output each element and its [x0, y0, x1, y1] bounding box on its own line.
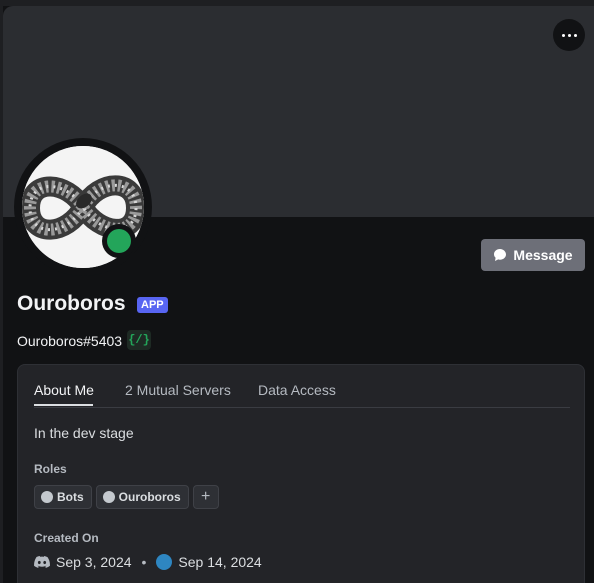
- joined-server-date: Sep 14, 2024: [178, 554, 262, 570]
- avatar-frame: [14, 138, 152, 276]
- tab-data-access[interactable]: Data Access: [258, 382, 336, 398]
- role-chip-ouroboros[interactable]: Ouroboros: [95, 485, 189, 509]
- slash-command-badge[interactable]: {/}: [127, 330, 151, 350]
- roles-heading: Roles: [34, 462, 67, 476]
- bio-text: In the dev stage: [34, 425, 134, 441]
- role-chip-bots[interactable]: Bots: [34, 485, 92, 509]
- created-on-discord-date: Sep 3, 2024: [56, 554, 132, 570]
- tab-mutual-servers[interactable]: 2 Mutual Servers: [125, 382, 231, 398]
- app-tag: APP: [137, 297, 168, 313]
- username[interactable]: Ouroboros#5403: [17, 333, 122, 349]
- active-tab-indicator: [34, 404, 93, 406]
- profile-details-panel: About Me 2 Mutual Servers Data Access In…: [17, 364, 585, 583]
- plus-icon: +: [201, 488, 211, 505]
- role-color-dot: [102, 491, 115, 503]
- message-button-label: Message: [513, 247, 573, 263]
- more-horizontal-icon: [561, 33, 577, 37]
- role-name: Bots: [57, 490, 84, 504]
- speech-bubble-icon: [494, 249, 507, 261]
- status-indicator: [102, 224, 136, 258]
- more-options-button[interactable]: [553, 19, 585, 51]
- roles-list: Bots Ouroboros +: [34, 485, 219, 509]
- online-status-dot: [107, 229, 131, 253]
- server-icon: [156, 554, 173, 570]
- profile-card: Message Ouroboros APP Ouroboros#5403 {/}…: [3, 6, 594, 583]
- role-name: Ouroboros: [118, 490, 181, 504]
- created-on-heading: Created On: [34, 531, 99, 545]
- profile-tabs: About Me 2 Mutual Servers Data Access: [34, 365, 570, 408]
- created-on-row: Sep 3, 2024 • Sep 14, 2024: [34, 554, 262, 570]
- display-name: Ouroboros: [17, 292, 126, 315]
- message-button[interactable]: Message: [481, 239, 585, 271]
- date-separator: •: [141, 554, 147, 570]
- role-color-dot: [41, 491, 53, 503]
- tab-about-me[interactable]: About Me: [34, 382, 94, 398]
- add-role-button[interactable]: +: [192, 485, 219, 509]
- discord-icon: [34, 555, 50, 568]
